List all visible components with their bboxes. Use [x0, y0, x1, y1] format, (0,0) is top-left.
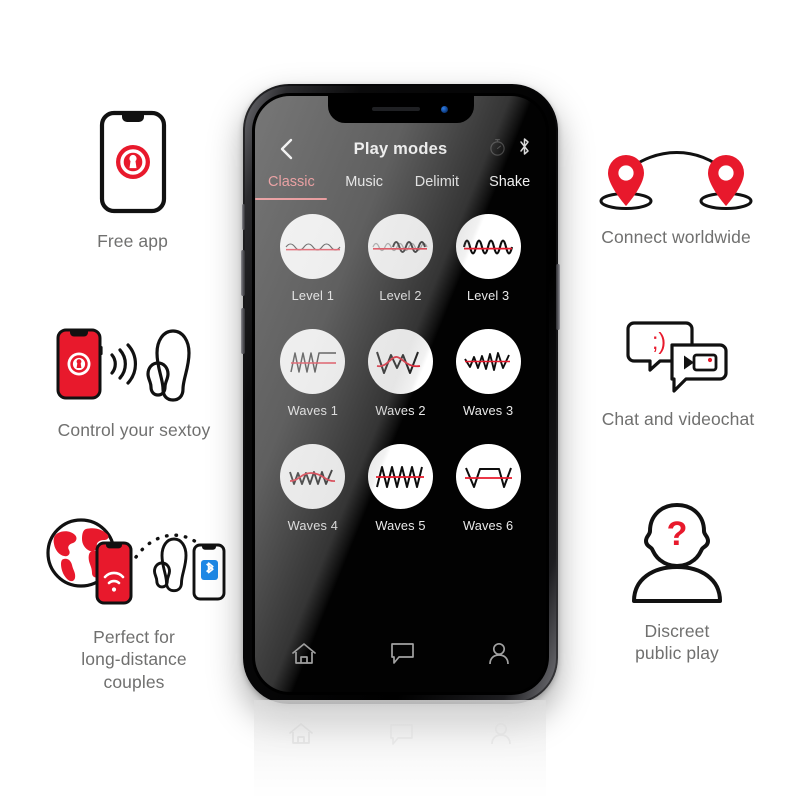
timer-icon[interactable]	[489, 138, 506, 161]
phone-notch	[327, 96, 474, 123]
person-icon-reflection	[491, 722, 511, 745]
chat-bubble-icon[interactable]	[390, 642, 415, 670]
reflection-surface	[254, 700, 546, 796]
feature-caption: Control your sextoy	[57, 420, 211, 440]
tab-music[interactable]: Music	[328, 174, 401, 200]
mode-label: Waves 3	[462, 403, 514, 418]
bottom-navigation	[255, 634, 546, 678]
phone-mockup: Play modes Classic Music Delimit Shake L…	[241, 84, 560, 704]
mode-icon-sawtooth	[367, 444, 433, 509]
mode-icon-sine-mid	[367, 214, 433, 279]
earpiece-speaker	[371, 107, 420, 111]
reflection-icons	[250, 714, 550, 754]
tab-delimit[interactable]: Delimit	[401, 174, 474, 200]
mode-icon-zigzag-arch	[367, 329, 433, 394]
power-button[interactable]	[556, 264, 560, 330]
mode-label: Level 3	[466, 288, 510, 303]
mode-label: Waves 6	[462, 518, 514, 533]
mode-label: Level 2	[379, 288, 422, 303]
anonymous-person-question-icon: ?	[622, 500, 732, 606]
mode-icon-zigzag-dense	[280, 444, 346, 509]
promo-layout: Free app Control your sextoy Perfect for…	[0, 0, 800, 800]
mode-label: Waves 1	[287, 403, 338, 418]
phone-inner-bezel: Play modes Classic Music Delimit Shake L…	[252, 93, 549, 695]
feature-chat-videochat: ;) Chat and videochat	[578, 320, 778, 430]
mode-item-waves-6[interactable]: Waves 6	[444, 444, 532, 533]
svg-text:?: ?	[667, 515, 688, 553]
feature-long-distance: Perfect for long-distance couples	[20, 518, 248, 693]
mode-icon-sine-low	[280, 214, 346, 279]
svg-text:;): ;)	[652, 328, 666, 354]
mode-item-waves-3[interactable]: Waves 3	[444, 329, 532, 418]
home-icon-reflection	[288, 723, 313, 744]
globe-phone-bluetooth-icon	[34, 518, 234, 608]
mode-label: Waves 5	[375, 518, 426, 533]
mode-icon-zigzag-rise	[455, 329, 521, 394]
mode-label: Waves 2	[375, 403, 426, 418]
front-camera-icon	[440, 106, 448, 113]
mode-item-waves-5[interactable]: Waves 5	[357, 444, 445, 533]
mute-switch-button[interactable]	[241, 204, 245, 230]
chevron-left-icon	[280, 138, 293, 160]
app-screen: Play modes Classic Music Delimit Shake L…	[255, 96, 546, 692]
phone-screen: Play modes Classic Music Delimit Shake L…	[255, 96, 546, 692]
back-button[interactable]	[275, 138, 297, 160]
feature-caption: Connect worldwide	[601, 227, 751, 247]
mode-label: Waves 4	[287, 518, 338, 533]
feature-free-app: Free app	[35, 110, 230, 252]
feature-connect-worldwide: Connect worldwide	[570, 150, 782, 248]
feature-caption: Perfect for long-distance couples	[81, 627, 187, 692]
app-header: Play modes	[255, 132, 546, 166]
mode-item-waves-4[interactable]: Waves 4	[269, 444, 357, 533]
mode-label: Level 1	[291, 288, 334, 303]
phone-signal-toy-icon	[54, 325, 214, 403]
phone-reflection	[250, 700, 550, 796]
feature-control-sextoy: Control your sextoy	[20, 325, 248, 441]
two-map-pins-arc-icon	[595, 150, 757, 212]
play-mode-grid: Level 1 Level 2 Level 3 Waves 1 Waves 2 …	[269, 214, 532, 533]
feature-caption: Free app	[97, 231, 168, 251]
mode-item-level-2[interactable]: Level 2	[357, 214, 445, 303]
mode-icon-ramp-step	[280, 329, 346, 394]
mode-item-waves-2[interactable]: Waves 2	[357, 329, 445, 418]
chat-videochat-bubbles-icon: ;)	[626, 320, 730, 393]
mode-icon-square-dip	[455, 444, 521, 509]
volume-up-button[interactable]	[241, 250, 245, 296]
phone-with-app-logo-icon	[99, 110, 167, 214]
bluetooth-icon[interactable]	[519, 137, 530, 161]
tab-classic[interactable]: Classic	[255, 174, 328, 200]
volume-down-button[interactable]	[241, 308, 245, 354]
header-icons	[489, 137, 530, 161]
mode-item-level-3[interactable]: Level 3	[444, 214, 532, 303]
chat-bubble-icon-reflection	[390, 723, 414, 745]
person-icon[interactable]	[488, 642, 510, 671]
home-icon[interactable]	[291, 642, 317, 671]
feature-caption: Discreet public play	[635, 621, 719, 664]
tab-shake[interactable]: Shake	[473, 174, 546, 200]
feature-caption: Chat and videochat	[601, 409, 755, 429]
mode-item-level-1[interactable]: Level 1	[269, 214, 357, 303]
mode-tabs: Classic Music Delimit Shake	[255, 174, 546, 204]
mode-icon-sine-high	[455, 214, 521, 279]
mode-item-waves-1[interactable]: Waves 1	[269, 329, 357, 418]
feature-discreet-public-play: ? Discreet public play	[594, 500, 760, 665]
